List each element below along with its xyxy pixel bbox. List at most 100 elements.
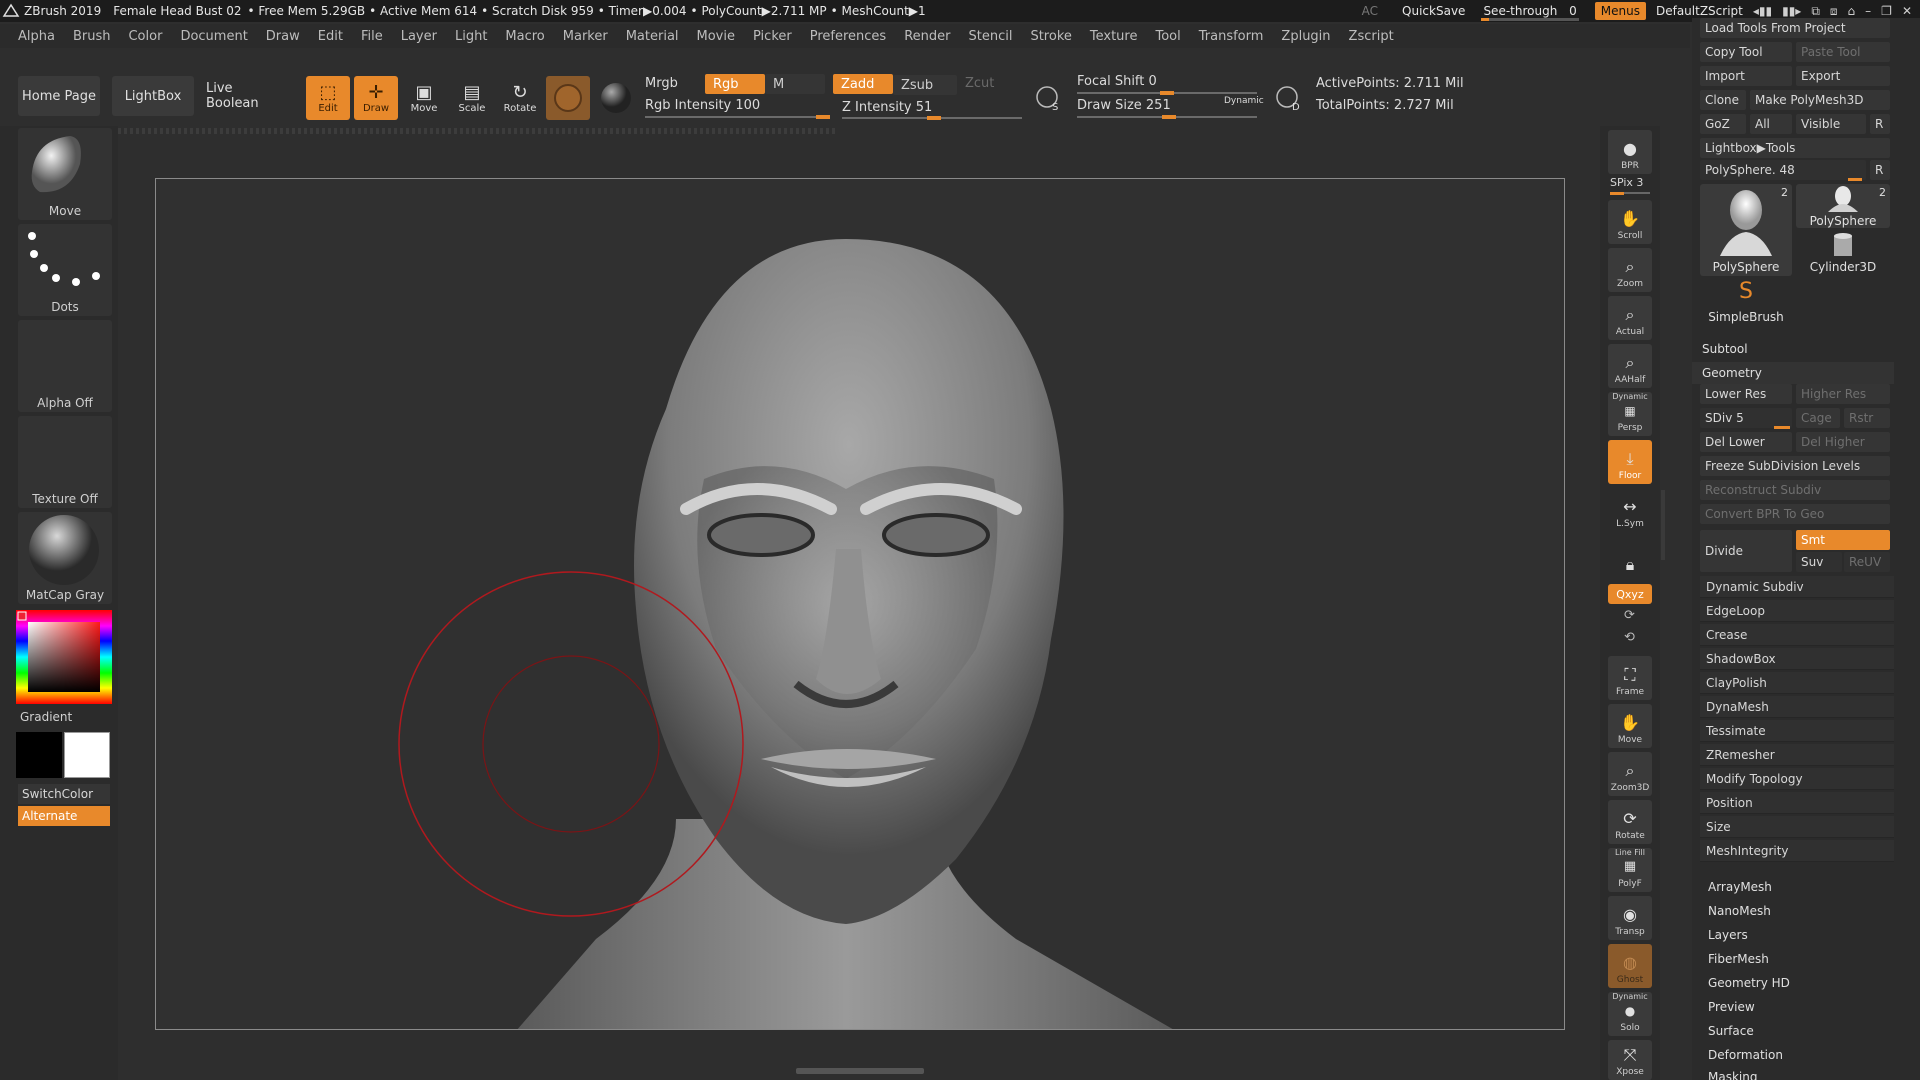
z-intensity-knob[interactable] (926, 116, 941, 120)
menu-tool[interactable]: Tool (1146, 29, 1189, 44)
del-lower-button[interactable]: Del Lower (1700, 432, 1792, 452)
cage-button[interactable]: Cage (1796, 408, 1840, 428)
menu-light[interactable]: Light (446, 29, 496, 44)
layout-icon[interactable]: ⧉ (1811, 4, 1820, 19)
switch-color-button[interactable]: SwitchColor (18, 784, 110, 804)
paste-tool-button[interactable]: Paste Tool (1796, 42, 1890, 62)
rgb-intensity-slider[interactable] (645, 116, 830, 118)
menu-picker[interactable]: Picker (744, 29, 801, 44)
arraymesh-section[interactable]: ArrayMesh (1708, 880, 1772, 894)
persp-button[interactable]: Dynamic ▦ Persp (1608, 392, 1652, 436)
reuv-toggle[interactable]: ReUV (1844, 552, 1890, 572)
lightbox-tools-button[interactable]: Lightbox▶Tools (1700, 138, 1890, 158)
crease-section[interactable]: Crease (1700, 624, 1894, 646)
color-picker[interactable] (16, 610, 112, 704)
sdiv-slider[interactable]: SDiv 5 (1700, 408, 1792, 428)
transp-button[interactable]: ◉ Transp (1608, 896, 1652, 940)
modify-topology-section[interactable]: Modify Topology (1700, 768, 1894, 790)
close-icon[interactable]: ✕ (1902, 4, 1912, 18)
menu-material[interactable]: Material (617, 29, 688, 44)
gradient-label[interactable]: Gradient (20, 710, 72, 724)
zremesher-section[interactable]: ZRemesher (1700, 744, 1894, 766)
nanomesh-section[interactable]: NanoMesh (1708, 904, 1771, 918)
preview-section[interactable]: Preview (1708, 1000, 1755, 1014)
xpose-button[interactable]: ⤧ Xpose (1608, 1040, 1652, 1080)
alpha-selector[interactable]: Alpha Off (18, 320, 112, 412)
quicksave-button[interactable]: QuickSave (1402, 4, 1465, 18)
menu-zplugin[interactable]: Zplugin (1272, 29, 1339, 44)
menu-edit[interactable]: Edit (309, 29, 352, 44)
zoom3d-button[interactable]: ⌕ Zoom3D (1608, 752, 1652, 796)
convert-bpr-button[interactable]: Convert BPR To Geo (1700, 504, 1890, 524)
frame-button[interactable]: ⛶ Frame (1608, 656, 1652, 700)
live-boolean-button[interactable]: Live Boolean (206, 76, 288, 116)
rotate-y-icon[interactable]: ⟳ (1624, 608, 1635, 623)
menus-toggle-button[interactable]: Menus (1594, 2, 1646, 20)
menu-document[interactable]: Document (171, 29, 256, 44)
menu-marker[interactable]: Marker (554, 29, 617, 44)
rgb-intensity-knob[interactable] (816, 115, 830, 119)
layers-section[interactable]: Layers (1708, 928, 1748, 942)
load-tools-button[interactable]: Load Tools From Project (1700, 18, 1890, 38)
rotate-view-button[interactable]: ⟳ Rotate (1608, 800, 1652, 844)
solo-button[interactable]: Dynamic ● Solo (1608, 992, 1652, 1036)
zoom-button[interactable]: ⌕ Zoom (1608, 248, 1652, 292)
menu-file[interactable]: File (352, 29, 392, 44)
tool-thumb-polysphere[interactable]: 2 PolySphere (1796, 184, 1890, 228)
home-page-button[interactable]: Home Page (18, 76, 100, 116)
menu-stroke[interactable]: Stroke (1021, 29, 1080, 44)
spix-track[interactable] (1610, 192, 1650, 195)
export-button[interactable]: Export (1796, 66, 1890, 86)
divide-button[interactable]: Divide (1700, 530, 1792, 572)
geometry-hd-section[interactable]: Geometry HD (1708, 976, 1790, 990)
draw-mode-button[interactable]: ✛ Draw (354, 76, 398, 120)
tool-thumb-simplebrush[interactable]: S SimpleBrush (1700, 280, 1792, 325)
lock-view-button[interactable]: 🔒︎ (1608, 536, 1652, 580)
masking-section[interactable]: Masking (1708, 1070, 1757, 1080)
make-polymesh-button[interactable]: Make PolyMesh3D (1750, 90, 1890, 110)
fibermesh-section[interactable]: FiberMesh (1708, 952, 1769, 966)
zcut-toggle[interactable]: Zcut (965, 76, 994, 91)
menu-brush[interactable]: Brush (64, 29, 120, 44)
move-mode-button[interactable]: ▣ Move (402, 76, 446, 120)
ghost-button[interactable]: ◍ Ghost (1608, 944, 1652, 988)
menu-alpha[interactable]: Alpha (0, 29, 64, 44)
texture-selector[interactable]: Texture Off (18, 416, 112, 508)
spix-slider[interactable]: SPix 3 (1610, 176, 1643, 189)
geometry-section[interactable]: Geometry (1692, 362, 1894, 384)
primary-color-swatch[interactable] (64, 732, 110, 778)
edgeloop-section[interactable]: EdgeLoop (1700, 600, 1894, 622)
right-strip-scrollbar[interactable] (1661, 490, 1665, 560)
lightbox-button[interactable]: LightBox (112, 76, 194, 116)
alternate-button[interactable]: Alternate (18, 806, 110, 826)
scale-mode-button[interactable]: ▤ Scale (450, 76, 494, 120)
m-toggle[interactable]: M (765, 74, 825, 94)
polyf-button[interactable]: Line Fill ▦ PolyF (1608, 848, 1652, 892)
freeze-subdiv-button[interactable]: Freeze SubDivision Levels (1700, 456, 1890, 476)
surface-section[interactable]: Surface (1708, 1024, 1754, 1038)
rgb-toggle[interactable]: Rgb (705, 74, 765, 94)
menu-render[interactable]: Render (895, 29, 959, 44)
tool-thumb-polysphere-active[interactable]: 2 PolySphere (1700, 184, 1792, 276)
focal-shift-knob[interactable] (1160, 91, 1174, 95)
clone-button[interactable]: Clone (1700, 90, 1746, 110)
menu-transform[interactable]: Transform (1190, 29, 1273, 44)
goz-visible-button[interactable]: Visible (1796, 114, 1866, 134)
move-view-button[interactable]: ✋ Move (1608, 704, 1652, 748)
dynamic-size-toggle[interactable]: Dynamic (1224, 96, 1264, 106)
goz-all-button[interactable]: All (1750, 114, 1792, 134)
bottom-tray-handle[interactable] (796, 1068, 924, 1074)
goz-r-button[interactable]: R (1870, 114, 1890, 134)
higher-res-button[interactable]: Higher Res (1796, 384, 1890, 404)
restore-icon[interactable]: ❐ (1881, 4, 1892, 18)
interface-widen-icon[interactable]: ▮▮▸ (1782, 4, 1801, 18)
tool-thumb-cylinder3d[interactable]: Cylinder3D (1796, 230, 1890, 276)
brush-selector[interactable]: Move (18, 128, 112, 220)
material-color-swatch[interactable] (546, 76, 590, 120)
symmetry-s-button[interactable]: S (1030, 76, 1066, 120)
secondary-color-swatch[interactable] (16, 732, 62, 778)
lower-res-button[interactable]: Lower Res (1700, 384, 1792, 404)
edit-mode-button[interactable]: ⬚ Edit (306, 76, 350, 120)
menu-layer[interactable]: Layer (392, 29, 446, 44)
layout-alt-icon[interactable]: ⧈ (1830, 4, 1838, 19)
